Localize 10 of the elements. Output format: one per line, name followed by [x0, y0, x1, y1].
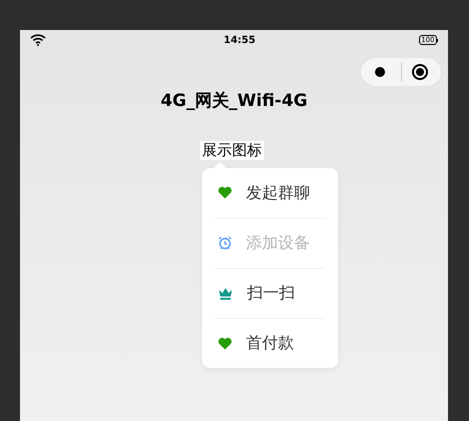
capsule-button[interactable]	[360, 57, 442, 87]
menu-item[interactable]: 发起群聊	[215, 168, 325, 218]
page-title: 4G_网关_Wifi-4G	[160, 90, 308, 113]
menu-item[interactable]: 扫一扫	[215, 268, 325, 318]
trigger-label[interactable]: 展示图标	[200, 140, 264, 160]
status-time: 14:55	[224, 34, 256, 48]
wifi-icon	[30, 34, 46, 46]
more-icon	[375, 67, 385, 77]
menu-item[interactable]: 首付款	[215, 318, 325, 368]
close-icon	[412, 64, 428, 80]
